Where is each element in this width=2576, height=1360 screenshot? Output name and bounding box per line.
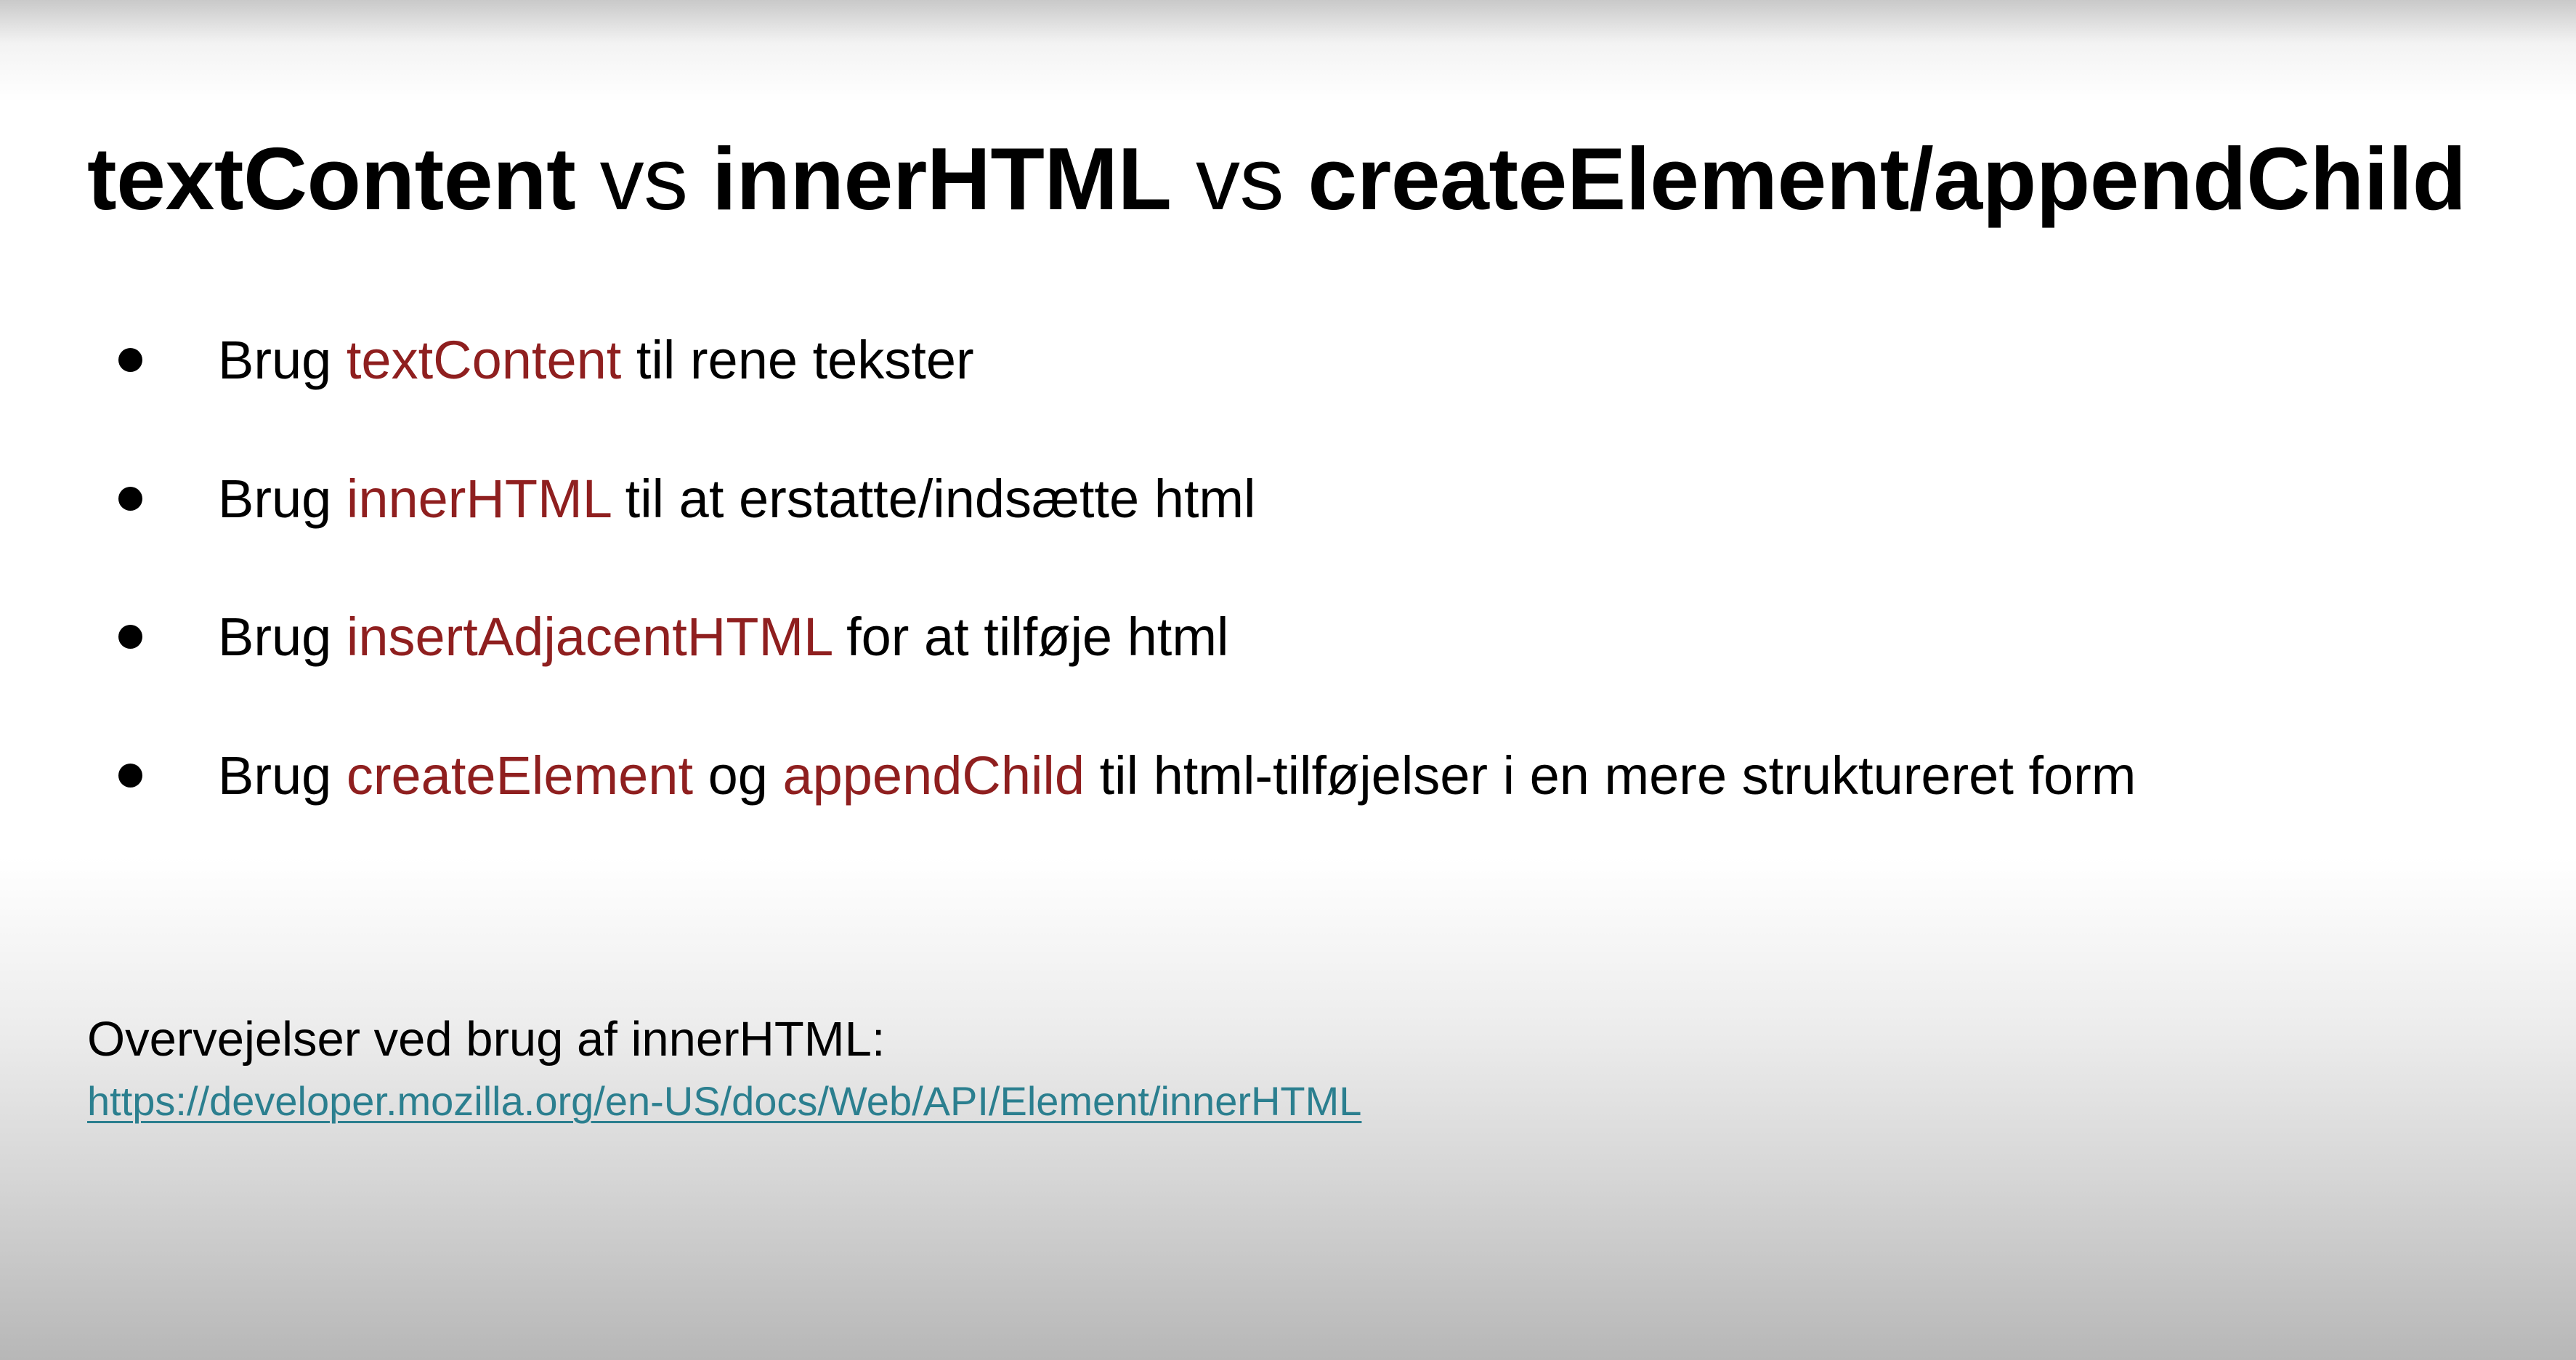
title-separator: vs (1171, 129, 1308, 228)
title-term-createelement-appendchild: createElement/appendChild (1308, 129, 2466, 228)
title-term-innerhtml: innerHTML (712, 129, 1172, 228)
code-term: appendChild (782, 745, 1085, 806)
code-term: textContent (346, 330, 622, 390)
bullet-tail: til rene tekster (621, 330, 974, 390)
code-term: createElement (346, 745, 694, 806)
bullet-text: Brug createElement og appendChild til ht… (218, 740, 2136, 812)
footer-label: Overvejelser ved brug af innerHTML: (87, 1012, 886, 1066)
bullet-mid: og (693, 745, 783, 806)
bullet-tail: til html-tilføjelser i en mere strukture… (1085, 745, 2136, 806)
bullet-lead: Brug (218, 330, 347, 390)
title-term-textcontent: textContent (87, 129, 576, 228)
bullet-text: Brug innerHTML til at erstatte/indsætte … (218, 463, 1256, 535)
bullet-dot-icon (118, 348, 142, 372)
slide-title: textContent vs innerHTML vs createElemen… (87, 128, 2466, 230)
code-term: insertAdjacentHTML (346, 607, 832, 667)
title-separator: vs (575, 129, 713, 228)
bullet-lead: Brug (218, 745, 347, 806)
bullet-lead: Brug (218, 607, 347, 667)
mdn-innerhtml-link[interactable]: https://developer.mozilla.org/en-US/docs… (87, 1072, 1361, 1130)
bullet-dot-icon (118, 487, 142, 511)
bullet-dot-icon (118, 625, 142, 649)
bullet-dot-icon (118, 764, 142, 788)
bullet-text: Brug insertAdjacentHTML for at tilføje h… (218, 601, 1228, 673)
bullet-tail: til at erstatte/indsætte html (610, 469, 1256, 529)
bullet-tail: for at tilføje html (831, 607, 1229, 667)
bullet-lead: Brug (218, 469, 347, 529)
bullet-text: Brug textContent til rene tekster (218, 324, 974, 397)
code-term: innerHTML (346, 469, 611, 529)
